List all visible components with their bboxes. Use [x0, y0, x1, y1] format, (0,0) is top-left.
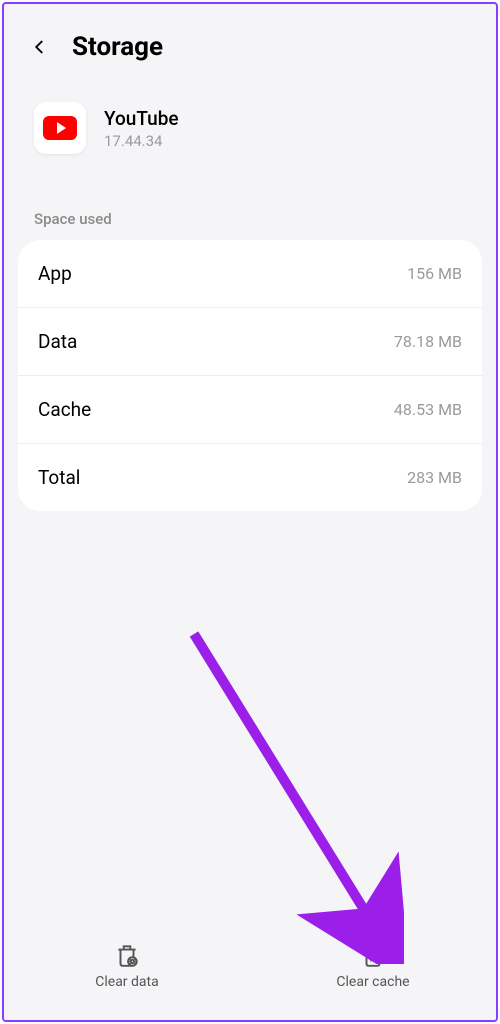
youtube-icon [43, 116, 77, 140]
clear-data-button[interactable]: Clear data [4, 942, 250, 990]
clear-cache-label: Clear cache [336, 974, 409, 990]
storage-row-data: Data 78.18 MB [18, 308, 482, 376]
storage-row-total: Total 283 MB [18, 444, 482, 511]
app-frame: Storage YouTube 17.44.34 Space used App … [2, 2, 498, 1022]
app-info-row: YouTube 17.44.34 [4, 82, 496, 174]
storage-value: 78.18 MB [394, 332, 462, 351]
annotation-arrow [184, 624, 404, 968]
storage-value: 48.53 MB [394, 400, 462, 419]
trash-gear-icon [114, 942, 140, 968]
app-name: YouTube [104, 107, 179, 130]
app-icon-container [34, 102, 86, 154]
page-title: Storage [72, 32, 163, 62]
storage-value: 283 MB [407, 468, 462, 487]
app-version: 17.44.34 [104, 132, 179, 150]
header: Storage [4, 4, 496, 82]
clear-cache-button[interactable]: Clear cache [250, 942, 496, 990]
clear-data-label: Clear data [95, 974, 158, 990]
storage-label: App [38, 262, 72, 285]
storage-label: Cache [38, 398, 91, 421]
back-button[interactable] [28, 35, 52, 59]
storage-row-cache: Cache 48.53 MB [18, 376, 482, 444]
storage-row-app: App 156 MB [18, 240, 482, 308]
section-label: Space used [4, 174, 496, 240]
storage-label: Total [38, 466, 80, 489]
back-icon [31, 38, 49, 56]
storage-value: 156 MB [407, 264, 462, 283]
storage-card: App 156 MB Data 78.18 MB Cache 48.53 MB … [18, 240, 482, 511]
app-details: YouTube 17.44.34 [104, 107, 179, 150]
bottom-action-bar: Clear data Clear cache [4, 922, 496, 1020]
trash-sparkle-icon [360, 942, 386, 968]
storage-label: Data [38, 330, 77, 353]
